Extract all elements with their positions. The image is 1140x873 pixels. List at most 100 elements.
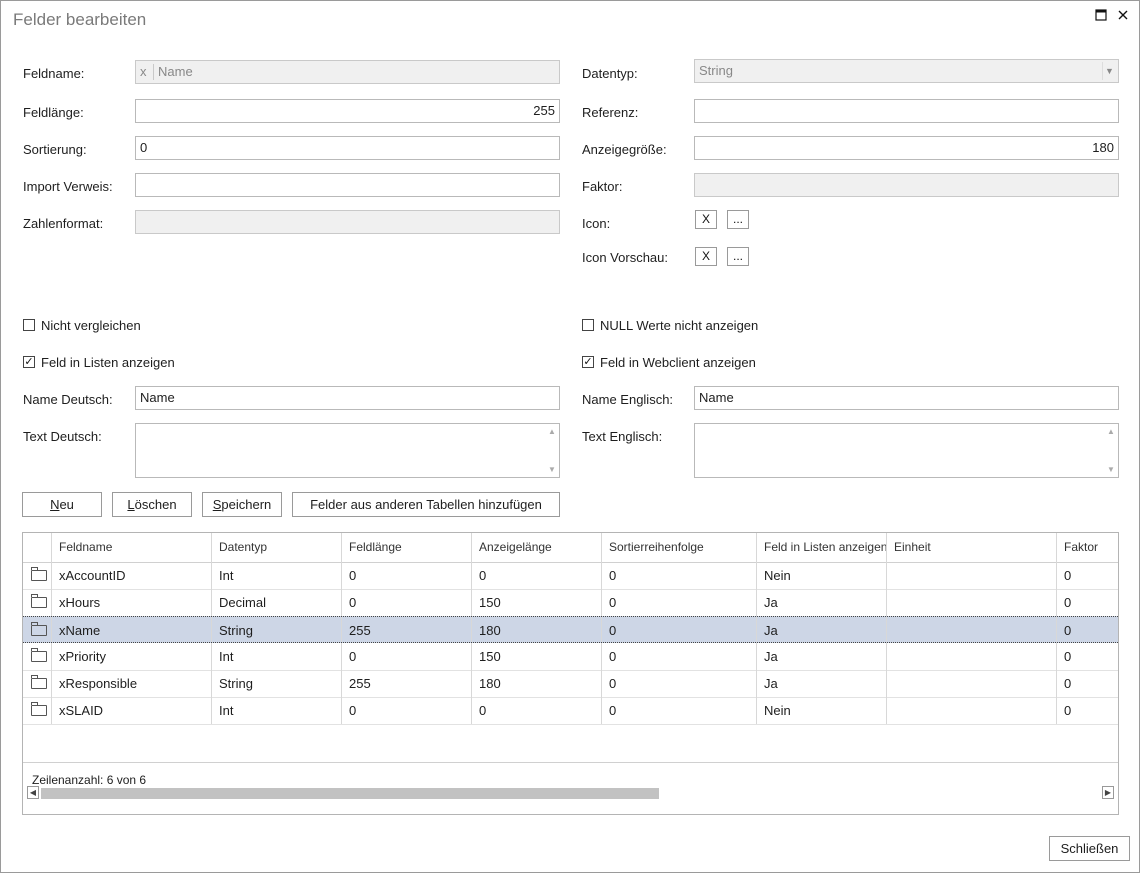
- column-header[interactable]: Feldname: [52, 533, 212, 562]
- table-cell[interactable]: 180: [472, 617, 602, 642]
- table-cell[interactable]: [887, 617, 1057, 642]
- table-cell[interactable]: 0: [602, 697, 757, 724]
- speichern-button[interactable]: Speichern: [202, 492, 282, 517]
- table-cell[interactable]: Decimal: [212, 589, 342, 616]
- table-cell[interactable]: 0: [342, 697, 472, 724]
- sortierung-field[interactable]: 0: [135, 136, 560, 160]
- table-row[interactable]: xResponsible String 255 180 0 Ja 0: [23, 670, 1118, 698]
- table-cell[interactable]: 0: [342, 643, 472, 670]
- feld-listen-checkbox[interactable]: ✓: [23, 356, 35, 368]
- table-row[interactable]: xName String 255 180 0 Ja 0: [23, 616, 1118, 643]
- table-cell[interactable]: xAccountID: [52, 562, 212, 589]
- table-row[interactable]: xSLAID Int 0 0 0 Nein 0: [23, 697, 1118, 725]
- column-header[interactable]: Einheit: [887, 533, 1057, 562]
- table-cell[interactable]: Nein: [757, 562, 887, 589]
- table-cell[interactable]: [887, 697, 1057, 724]
- table-cell[interactable]: 0: [472, 697, 602, 724]
- table-cell[interactable]: [887, 589, 1057, 616]
- maximize-icon[interactable]: [1092, 7, 1110, 25]
- table-cell[interactable]: 0: [342, 589, 472, 616]
- table-cell[interactable]: Ja: [757, 670, 887, 697]
- table-cell[interactable]: Nein: [757, 697, 887, 724]
- scroll-down-icon[interactable]: ▼: [1104, 465, 1118, 474]
- faktor-field[interactable]: [694, 173, 1119, 197]
- table-cell[interactable]: 0: [1057, 589, 1118, 616]
- icon-vorschau-clear-button[interactable]: X: [695, 247, 717, 266]
- table-cell[interactable]: [887, 643, 1057, 670]
- icon-vorschau-browse-button[interactable]: ...: [727, 247, 749, 266]
- table-cell[interactable]: String: [212, 617, 342, 642]
- name-deutsch-field[interactable]: Name: [135, 386, 560, 410]
- table-cell[interactable]: 0: [1057, 697, 1118, 724]
- table-cell[interactable]: [887, 562, 1057, 589]
- table-cell[interactable]: xSLAID: [52, 697, 212, 724]
- column-header[interactable]: Datentyp: [212, 533, 342, 562]
- neu-button[interactable]: Neu: [22, 492, 102, 517]
- feldlaenge-field[interactable]: 255: [135, 99, 560, 123]
- table-cell[interactable]: [887, 670, 1057, 697]
- icon-clear-button[interactable]: X: [695, 210, 717, 229]
- column-header[interactable]: Sortierreihenfolge: [602, 533, 757, 562]
- referenz-field[interactable]: [694, 99, 1119, 123]
- table-cell[interactable]: 0: [1057, 670, 1118, 697]
- table-cell[interactable]: 0: [602, 617, 757, 642]
- import-verweis-field[interactable]: [135, 173, 560, 197]
- table-cell[interactable]: 0: [1057, 562, 1118, 589]
- table-cell[interactable]: xResponsible: [52, 670, 212, 697]
- scroll-right-icon[interactable]: ▶: [1102, 786, 1114, 799]
- felder-hinzufuegen-button[interactable]: Felder aus anderen Tabellen hinzufügen: [292, 492, 560, 517]
- table-cell[interactable]: Int: [212, 643, 342, 670]
- text-englisch-textarea[interactable]: ▲ ▼: [694, 423, 1119, 478]
- table-cell[interactable]: 0: [602, 562, 757, 589]
- scrollbar-thumb[interactable]: [41, 788, 659, 799]
- anzeigegroesse-field[interactable]: 180: [694, 136, 1119, 160]
- table-cell[interactable]: Ja: [757, 643, 887, 670]
- text-englisch-scrollbar[interactable]: ▲ ▼: [1104, 424, 1118, 477]
- text-deutsch-scrollbar[interactable]: ▲ ▼: [545, 424, 559, 477]
- table-cell[interactable]: xPriority: [52, 643, 212, 670]
- table-cell[interactable]: Int: [212, 562, 342, 589]
- table-cell[interactable]: Int: [212, 697, 342, 724]
- horizontal-scrollbar[interactable]: ◀ ▶: [25, 786, 1116, 799]
- column-header[interactable]: Feldlänge: [342, 533, 472, 562]
- table-cell[interactable]: Ja: [757, 589, 887, 616]
- table-cell[interactable]: 150: [472, 643, 602, 670]
- text-deutsch-textarea[interactable]: ▲ ▼: [135, 423, 560, 478]
- column-header[interactable]: Feld in Listen anzeigen: [757, 533, 887, 562]
- table-cell[interactable]: 0: [602, 643, 757, 670]
- table-cell[interactable]: 255: [342, 617, 472, 642]
- scroll-down-icon[interactable]: ▼: [545, 465, 559, 474]
- loeschen-button[interactable]: Löschen: [112, 492, 192, 517]
- feld-webclient-checkbox[interactable]: ✓: [582, 356, 594, 368]
- table-cell[interactable]: 0: [472, 562, 602, 589]
- table-cell[interactable]: 180: [472, 670, 602, 697]
- table-cell[interactable]: xHours: [52, 589, 212, 616]
- table-cell[interactable]: xName: [52, 617, 212, 642]
- table-row[interactable]: xHours Decimal 0 150 0 Ja 0: [23, 589, 1118, 617]
- table-cell[interactable]: 150: [472, 589, 602, 616]
- table-cell[interactable]: 255: [342, 670, 472, 697]
- column-header[interactable]: Anzeigelänge: [472, 533, 602, 562]
- name-englisch-field[interactable]: Name: [694, 386, 1119, 410]
- table-row[interactable]: xAccountID Int 0 0 0 Nein 0: [23, 562, 1118, 590]
- table-cell[interactable]: 0: [1057, 617, 1118, 642]
- null-werte-checkbox[interactable]: [582, 319, 594, 331]
- feldname-field[interactable]: x Name: [135, 60, 560, 84]
- table-cell[interactable]: 0: [602, 670, 757, 697]
- scroll-up-icon[interactable]: ▲: [1104, 427, 1118, 436]
- schliessen-button[interactable]: Schließen: [1049, 836, 1130, 861]
- datentyp-select[interactable]: String ▼: [694, 59, 1119, 83]
- table-cell[interactable]: 0: [1057, 643, 1118, 670]
- scroll-up-icon[interactable]: ▲: [545, 427, 559, 436]
- column-header[interactable]: Faktor: [1057, 533, 1118, 562]
- close-icon[interactable]: [1114, 7, 1132, 25]
- table-cell[interactable]: 0: [342, 562, 472, 589]
- table-cell[interactable]: String: [212, 670, 342, 697]
- zahlenformat-field[interactable]: [135, 210, 560, 234]
- table-cell[interactable]: Ja: [757, 617, 887, 642]
- table-cell[interactable]: 0: [602, 589, 757, 616]
- icon-browse-button[interactable]: ...: [727, 210, 749, 229]
- nicht-vergleichen-checkbox[interactable]: [23, 319, 35, 331]
- table-row[interactable]: xPriority Int 0 150 0 Ja 0: [23, 643, 1118, 671]
- scroll-left-icon[interactable]: ◀: [27, 786, 39, 799]
